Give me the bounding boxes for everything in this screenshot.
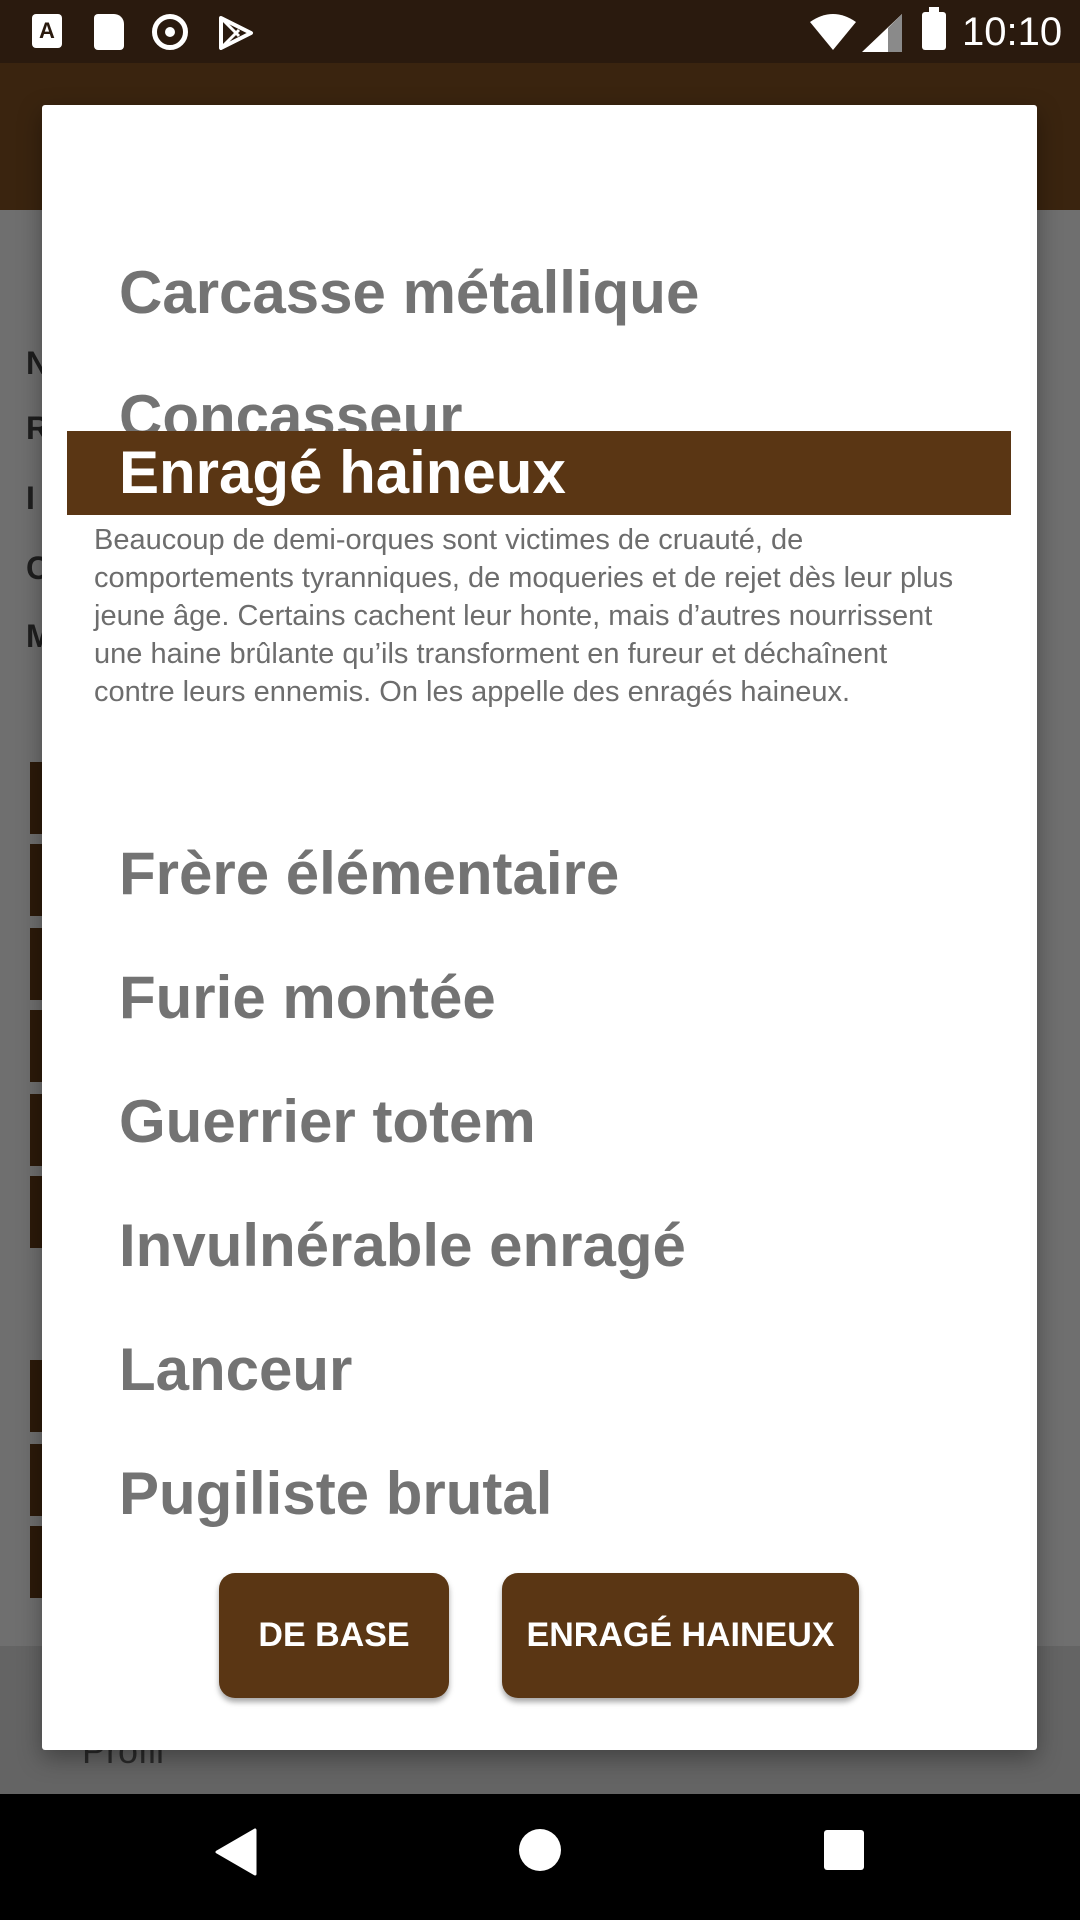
record-icon — [152, 14, 188, 50]
sd-card-icon — [94, 14, 124, 50]
home-icon[interactable] — [519, 1829, 561, 1871]
archetype-dialog: Carcasse métallique Concasseur Enragé ha… — [42, 105, 1037, 1750]
navigation-bar — [0, 1794, 1080, 1920]
option-carcasse-metallique[interactable]: Carcasse métallique — [67, 251, 1011, 335]
background-row-initial: I — [26, 480, 35, 516]
play-store-icon — [219, 16, 253, 50]
wifi-icon — [810, 14, 856, 50]
recent-apps-icon[interactable] — [824, 1830, 864, 1870]
option-lanceur[interactable]: Lanceur — [67, 1328, 1011, 1412]
battery-icon — [922, 7, 946, 50]
signal-icon — [862, 14, 902, 52]
base-button[interactable]: DE BASE — [219, 1573, 449, 1698]
a-notification-icon: A — [32, 14, 62, 48]
status-bar: A 10:10 — [0, 0, 1080, 63]
option-description: Beaucoup de demi-orques sont victimes de… — [94, 524, 954, 708]
confirm-archetype-button[interactable]: ENRAGÉ HAINEUX — [502, 1573, 859, 1698]
option-pugiliste-brutal[interactable]: Pugiliste brutal — [67, 1452, 1011, 1536]
status-time: 10:10 — [962, 10, 1063, 54]
option-invulnerable-enrage[interactable]: Invulnérable enragé — [67, 1204, 1011, 1288]
option-enrage-haineux[interactable]: Enragé haineux — [67, 431, 1011, 515]
option-frere-elementaire[interactable]: Frère élémentaire — [67, 832, 1011, 916]
screen: A 10:10 N R I C M Profil Carcasse métall… — [0, 0, 1080, 1920]
option-guerrier-totem[interactable]: Guerrier totem — [67, 1080, 1011, 1164]
back-icon[interactable] — [215, 1828, 257, 1876]
option-furie-montee[interactable]: Furie montée — [67, 956, 1011, 1040]
